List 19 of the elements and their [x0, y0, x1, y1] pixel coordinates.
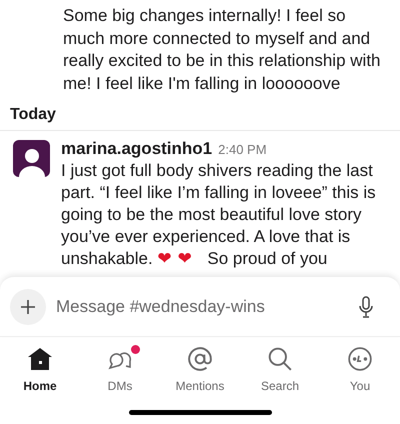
at-sign-icon [187, 346, 213, 372]
search-icon [267, 346, 293, 372]
author-name[interactable]: marina.agostinho1 [61, 138, 212, 160]
add-button[interactable] [10, 288, 46, 324]
message-text: I just got full body shivers reading the last part. “I feel like I’m falling in loveee” this is going to be the most beautiful love story you’ve ever experienced. A love that is unshakable. ❤ ❤ So proud of you [61, 160, 377, 270]
plus-icon [20, 298, 36, 314]
day-divider: Today [10, 106, 56, 123]
nav-tab[interactable]: You [320, 345, 400, 395]
nav-tab[interactable]: Home [0, 345, 80, 395]
message-text: Some big changes internally! I feel so much more connected to myself and and really excited to be in this relationship with me! I feel like I'm falling in loooooove [62, 5, 382, 94]
smiley-face-icon [347, 346, 373, 372]
nav-tab[interactable]: DMs [80, 345, 160, 395]
avatar[interactable] [13, 140, 50, 177]
microphone-icon[interactable] [358, 296, 374, 318]
message-input-field[interactable]: Message #wednesday-wins [56, 294, 358, 320]
house-icon [27, 347, 53, 371]
nav-tab[interactable]: Search [240, 345, 320, 395]
nav-tab[interactable]: Mentions [160, 345, 240, 395]
message-time: 2:40 PM [218, 141, 267, 159]
